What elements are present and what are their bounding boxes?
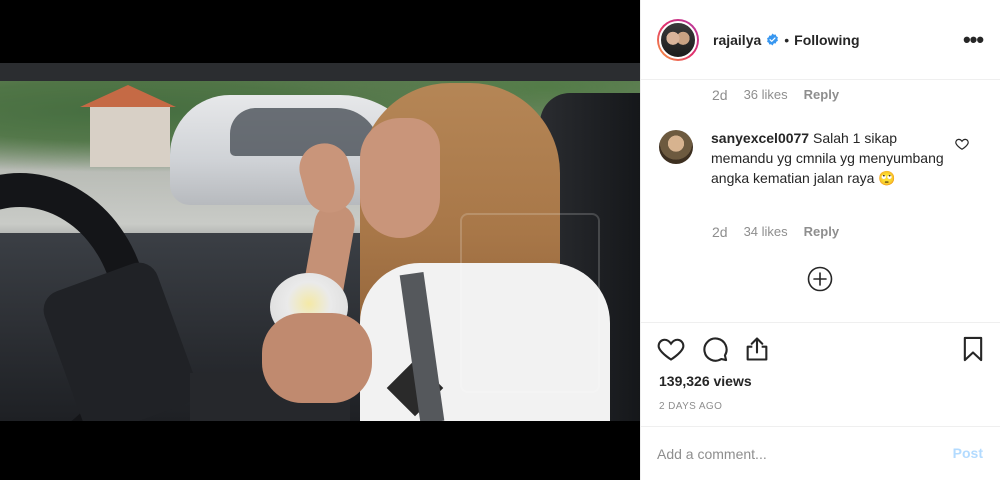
following-button[interactable]: Following <box>794 32 859 48</box>
comment-likes[interactable]: 34 likes <box>744 224 788 240</box>
comment-likes[interactable]: 36 likes <box>744 87 788 103</box>
reply-button[interactable]: Reply <box>804 224 839 240</box>
comment-like-heart-icon[interactable] <box>955 137 971 153</box>
verified-badge-icon <box>766 33 779 46</box>
share-upload-icon[interactable] <box>743 335 771 363</box>
post-video[interactable] <box>0 63 640 421</box>
load-more-comments-icon[interactable] <box>807 266 833 292</box>
post-actions: 139,326 views 2 DAYS AGO <box>641 322 1000 442</box>
add-comment-section: Post <box>641 426 1000 480</box>
comment-bubble-icon[interactable] <box>701 335 729 363</box>
save-bookmark-icon[interactable] <box>959 335 987 363</box>
post-sidebar: rajailya • Following ••• 2d 36 likes Rep… <box>640 0 1000 480</box>
post-date[interactable]: 2 DAYS AGO <box>659 401 722 412</box>
header-separator: • <box>784 31 790 48</box>
view-count[interactable]: 139,326 views <box>659 373 752 389</box>
comment-meta: 2d 34 likes Reply <box>712 224 839 240</box>
author-avatar-ring[interactable] <box>657 18 699 61</box>
more-options-icon[interactable]: ••• <box>961 27 985 52</box>
post-comment-button[interactable]: Post <box>953 445 983 461</box>
avatar[interactable] <box>659 20 697 59</box>
comment-meta: 2d 36 likes Reply <box>712 87 839 103</box>
comment-username[interactable]: sanyexcel0077 <box>711 130 809 146</box>
comment-time[interactable]: 2d <box>712 224 728 240</box>
comment-time[interactable]: 2d <box>712 87 728 103</box>
video-window-frame <box>0 63 640 421</box>
comment-text: sanyexcel0077 Salah 1 sikap memandu yg c… <box>711 128 951 188</box>
post-media[interactable] <box>0 0 640 480</box>
reply-button[interactable]: Reply <box>804 87 839 103</box>
like-heart-icon[interactable] <box>657 335 685 363</box>
post-header: rajailya • Following ••• <box>641 0 1000 80</box>
comment-avatar[interactable] <box>659 130 693 164</box>
author-username[interactable]: rajailya <box>713 32 761 48</box>
add-comment-input[interactable] <box>657 443 927 465</box>
